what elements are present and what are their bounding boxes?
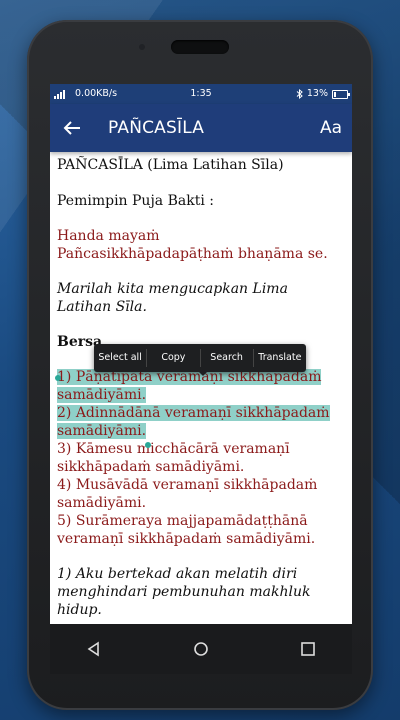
- selected-text[interactable]: samādiyāmi.: [57, 423, 147, 439]
- status-right: 13%: [296, 84, 350, 104]
- text-selection-menu: Select all Copy Search Translate: [94, 344, 306, 372]
- leader-label: Pemimpin Puja Bakti :: [57, 193, 214, 209]
- circle-home-icon[interactable]: [191, 639, 211, 659]
- translate-button[interactable]: Translate: [254, 344, 306, 372]
- pali-intro-line: Handa mayaṁ: [57, 228, 160, 244]
- phone-screen: 0.00KB/s 1:35 13% PAÑCASĪLA Aa PAÑCASĪLA…: [50, 84, 352, 624]
- phone-speaker: [171, 40, 229, 54]
- page-title: PAÑCASĪLA: [108, 118, 205, 138]
- precept-line: 3) Kāmesu micchācārā veramaṇī: [57, 441, 290, 457]
- triangle-back-icon[interactable]: [84, 639, 104, 659]
- precept-line: 5) Surāmeraya majjapamādaṭṭhānā: [57, 513, 308, 529]
- app-bar: PAÑCASĪLA Aa: [50, 104, 352, 152]
- precept-line: veramaṇī sikkhāpadaṁ samādiyāmi.: [57, 531, 316, 547]
- arrow-back-icon[interactable]: [60, 116, 84, 140]
- translation-line: menghindari pembunuhan makhluk: [57, 584, 311, 600]
- bluetooth-icon: [296, 89, 303, 99]
- indonesian-intro-line: Marilah kita mengucapkan Lima: [57, 281, 288, 297]
- precept-line[interactable]: samādiyāmi.: [57, 422, 349, 440]
- battery-icon: [332, 89, 350, 99]
- translation-line: hidup.: [57, 602, 102, 618]
- navigation-bar: [50, 624, 352, 674]
- content-heading: PAÑCASĪLA (Lima Latihan Sīla): [57, 157, 284, 173]
- copy-button[interactable]: Copy: [147, 344, 199, 372]
- phone-camera: [139, 44, 145, 50]
- font-size-button[interactable]: Aa: [320, 104, 342, 152]
- reading-content: PAÑCASĪLA (Lima Latihan Sīla) Pemimpin P…: [57, 156, 349, 619]
- translation-line: 1) Aku bertekad akan melatih diri: [57, 566, 298, 582]
- square-recents-icon[interactable]: [298, 639, 318, 659]
- select-all-button[interactable]: Select all: [94, 344, 146, 372]
- pali-intro-line: Pañcasikkhāpadapāṭhaṁ bhaṇāma se.: [57, 246, 328, 262]
- battery-level: 13%: [306, 88, 328, 99]
- selection-start-handle[interactable]: [55, 375, 61, 381]
- precept-line[interactable]: 2) Adinnādānā veramaṇī sikkhāpadaṁ: [57, 404, 349, 422]
- search-button[interactable]: Search: [201, 344, 253, 372]
- selected-text[interactable]: samādiyāmi.: [57, 387, 147, 403]
- selection-end-handle[interactable]: [145, 442, 151, 448]
- selected-text[interactable]: 2) Adinnādānā veramaṇī sikkhāpadaṁ: [57, 405, 330, 421]
- precept-line: samādiyāmi.: [57, 495, 147, 511]
- indonesian-intro-line: Latihan Sīla.: [57, 299, 147, 315]
- status-bar: 0.00KB/s 1:35 13%: [50, 84, 352, 104]
- precept-line: 4) Musāvādā veramaṇī sikkhāpadaṁ: [57, 477, 318, 493]
- precept-line: sikkhāpadaṁ samādiyāmi.: [57, 459, 245, 475]
- precept-line[interactable]: samādiyāmi.: [57, 386, 349, 404]
- menu-pointer: [198, 371, 208, 376]
